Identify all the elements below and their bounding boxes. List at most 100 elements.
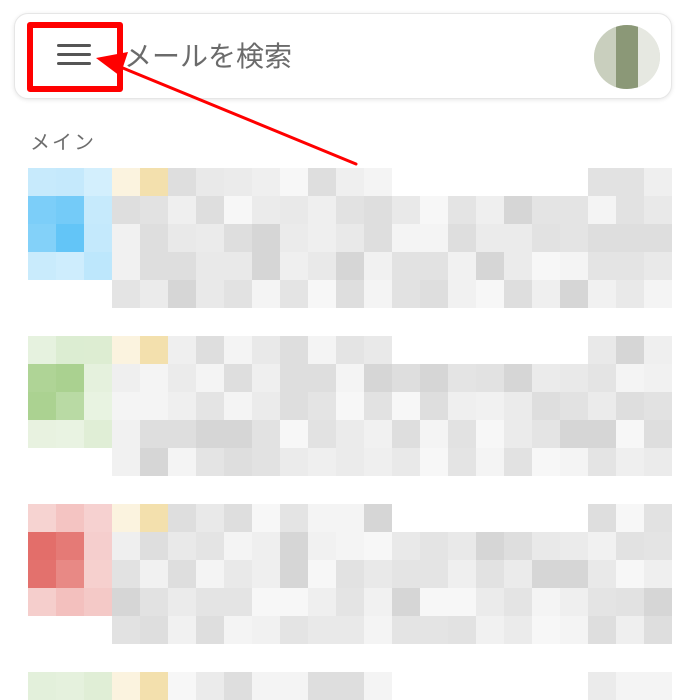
avatar-mosaic-cell xyxy=(56,672,84,700)
text-mosaic-cell xyxy=(532,280,560,308)
text-mosaic-cell xyxy=(308,168,336,196)
text-mosaic-cell xyxy=(280,196,308,224)
text-mosaic-cell xyxy=(476,280,504,308)
text-mosaic-cell xyxy=(168,224,196,252)
main-menu-button[interactable] xyxy=(27,23,123,93)
text-mosaic-cell xyxy=(532,588,560,616)
text-mosaic-cell xyxy=(336,336,364,364)
text-mosaic-cell xyxy=(280,588,308,616)
text-mosaic-cell xyxy=(336,168,364,196)
text-mosaic-cell xyxy=(560,560,588,588)
text-mosaic-cell xyxy=(560,448,588,476)
text-mosaic-cell xyxy=(196,504,224,532)
text-mosaic-cell xyxy=(224,504,252,532)
text-mosaic-cell xyxy=(364,364,392,392)
text-mosaic-cell xyxy=(504,280,532,308)
text-mosaic-cell xyxy=(644,560,672,588)
text-mosaic-cell xyxy=(280,420,308,448)
text-mosaic-cell xyxy=(252,252,280,280)
text-mosaic-cell xyxy=(280,616,308,644)
text-mosaic-cell xyxy=(420,420,448,448)
text-mosaic-cell xyxy=(364,448,392,476)
text-mosaic-cell xyxy=(308,392,336,420)
text-mosaic-cell xyxy=(112,420,140,448)
text-mosaic-cell xyxy=(140,252,168,280)
text-mosaic-cell xyxy=(336,504,364,532)
text-mosaic-cell xyxy=(140,616,168,644)
text-mosaic-cell xyxy=(588,616,616,644)
text-mosaic-cell xyxy=(112,560,140,588)
text-mosaic-cell xyxy=(140,196,168,224)
text-mosaic-cell xyxy=(532,224,560,252)
text-mosaic-cell xyxy=(140,280,168,308)
text-mosaic-cell xyxy=(644,420,672,448)
text-mosaic-cell xyxy=(280,168,308,196)
text-mosaic-cell xyxy=(504,532,532,560)
text-mosaic-cell xyxy=(168,504,196,532)
text-mosaic-cell xyxy=(224,588,252,616)
text-mosaic-cell xyxy=(616,560,644,588)
text-mosaic-cell xyxy=(392,616,420,644)
text-mosaic-cell xyxy=(644,224,672,252)
text-mosaic-cell xyxy=(532,616,560,644)
text-mosaic-cell xyxy=(532,560,560,588)
avatar-mosaic-cell xyxy=(56,504,84,532)
text-mosaic-cell xyxy=(196,224,224,252)
text-mosaic-cell xyxy=(392,364,420,392)
text-mosaic-cell xyxy=(140,532,168,560)
text-mosaic-cell xyxy=(196,392,224,420)
text-mosaic-cell xyxy=(420,560,448,588)
text-mosaic-cell xyxy=(112,448,140,476)
text-mosaic-cell xyxy=(616,336,644,364)
avatar-mosaic-cell xyxy=(84,364,112,392)
text-mosaic-cell xyxy=(588,420,616,448)
avatar-mosaic-cell xyxy=(28,224,56,252)
avatar-mosaic-cell xyxy=(56,560,84,588)
text-mosaic-cell xyxy=(280,448,308,476)
text-mosaic-cell xyxy=(112,224,140,252)
mail-list-item[interactable] xyxy=(0,504,700,644)
account-avatar[interactable] xyxy=(594,25,660,89)
text-mosaic-cell xyxy=(532,420,560,448)
text-mosaic-cell xyxy=(308,672,336,700)
text-mosaic-cell xyxy=(392,532,420,560)
mail-list-item[interactable] xyxy=(0,336,700,476)
text-mosaic-cell xyxy=(644,392,672,420)
text-mosaic-cell xyxy=(588,672,616,700)
avatar-mosaic-cell xyxy=(56,224,84,252)
text-mosaic-cell xyxy=(308,448,336,476)
text-mosaic-cell xyxy=(504,392,532,420)
text-mosaic-cell xyxy=(504,196,532,224)
search-input[interactable]: メールを検索 xyxy=(124,37,292,77)
text-mosaic-cell xyxy=(140,560,168,588)
mail-list-item[interactable] xyxy=(0,672,700,700)
text-mosaic-cell xyxy=(308,560,336,588)
text-mosaic-cell xyxy=(560,616,588,644)
text-mosaic-cell xyxy=(448,252,476,280)
text-mosaic-cell xyxy=(112,252,140,280)
text-mosaic-cell xyxy=(224,224,252,252)
text-mosaic-cell xyxy=(364,616,392,644)
text-mosaic-cell xyxy=(168,672,196,700)
avatar-mosaic-cell xyxy=(84,588,112,616)
text-mosaic-cell xyxy=(364,672,392,700)
text-mosaic-cell xyxy=(476,252,504,280)
text-mosaic-cell xyxy=(140,420,168,448)
text-mosaic-cell xyxy=(308,616,336,644)
text-mosaic-cell xyxy=(280,252,308,280)
text-mosaic-cell xyxy=(112,504,140,532)
text-mosaic-cell xyxy=(420,448,448,476)
text-mosaic-cell xyxy=(392,224,420,252)
text-mosaic-cell xyxy=(112,392,140,420)
text-mosaic-cell xyxy=(448,280,476,308)
text-mosaic-cell xyxy=(532,448,560,476)
text-mosaic-cell xyxy=(364,392,392,420)
text-mosaic-cell xyxy=(644,364,672,392)
text-mosaic-cell xyxy=(140,336,168,364)
text-mosaic-cell xyxy=(168,336,196,364)
text-mosaic-cell xyxy=(336,280,364,308)
avatar-mosaic-cell xyxy=(28,504,56,532)
text-mosaic-cell xyxy=(364,420,392,448)
text-mosaic-cell xyxy=(308,364,336,392)
mail-list-item[interactable] xyxy=(0,168,700,308)
